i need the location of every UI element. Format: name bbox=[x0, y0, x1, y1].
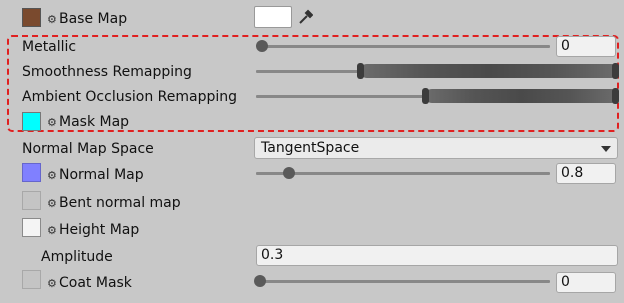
ao-remapping-label: Ambient Occlusion Remapping bbox=[22, 89, 238, 105]
ao-min-handle[interactable] bbox=[422, 88, 429, 104]
normal-map-label[interactable]: ⚙ Normal Map bbox=[47, 166, 144, 185]
amplitude-value-field[interactable]: 0.3 bbox=[256, 245, 618, 266]
metallic-value-field[interactable]: 0 bbox=[556, 36, 616, 57]
base-color-swatch[interactable] bbox=[254, 6, 292, 28]
base-map-label[interactable]: ⚙ Base Map bbox=[47, 10, 127, 29]
normal-map-thumbnail[interactable] bbox=[22, 163, 41, 182]
metallic-slider-knob[interactable] bbox=[256, 40, 268, 52]
smoothness-max-handle[interactable] bbox=[612, 63, 619, 79]
base-map-thumbnail[interactable] bbox=[22, 8, 41, 27]
bent-normal-map-thumbnail[interactable] bbox=[22, 191, 41, 210]
mask-map-thumbnail[interactable] bbox=[22, 112, 41, 131]
smoothness-remapping-label: Smoothness Remapping bbox=[22, 64, 192, 80]
normal-map-slider-track[interactable] bbox=[256, 172, 550, 175]
smoothness-min-handle[interactable] bbox=[357, 63, 364, 79]
texture-picker-icon[interactable]: ⚙ bbox=[47, 222, 59, 240]
metallic-slider-track[interactable] bbox=[258, 45, 550, 48]
eyedropper-icon[interactable] bbox=[297, 8, 314, 26]
coat-mask-label[interactable]: ⚙ Coat Mask bbox=[47, 274, 132, 293]
texture-picker-icon[interactable]: ⚙ bbox=[47, 167, 59, 185]
smoothness-range-track[interactable] bbox=[256, 70, 360, 73]
normal-map-space-label: Normal Map Space bbox=[22, 141, 154, 157]
mask-map-label[interactable]: ⚙ Mask Map bbox=[47, 113, 129, 132]
texture-picker-icon[interactable]: ⚙ bbox=[47, 275, 59, 293]
bent-normal-map-label[interactable]: ⚙ Bent normal map bbox=[47, 194, 181, 213]
texture-picker-icon[interactable]: ⚙ bbox=[47, 114, 59, 132]
height-map-label[interactable]: ⚙ Height Map bbox=[47, 221, 139, 240]
normal-map-slider-knob[interactable] bbox=[283, 167, 295, 179]
amplitude-label: Amplitude bbox=[41, 249, 113, 265]
normal-map-space-value: TangentSpace bbox=[261, 140, 360, 156]
chevron-down-icon bbox=[601, 146, 611, 152]
smoothness-range-fill[interactable] bbox=[360, 64, 618, 78]
coat-mask-slider-track[interactable] bbox=[256, 280, 550, 283]
coat-mask-value-field[interactable]: 0 bbox=[556, 272, 616, 293]
texture-picker-icon[interactable]: ⚙ bbox=[47, 195, 59, 213]
ao-range-track[interactable] bbox=[256, 95, 426, 98]
ao-range-fill[interactable] bbox=[425, 89, 618, 103]
normal-map-space-dropdown[interactable]: TangentSpace bbox=[254, 137, 618, 159]
normal-map-value-field[interactable]: 0.8 bbox=[556, 163, 616, 184]
texture-picker-icon[interactable]: ⚙ bbox=[47, 11, 59, 29]
coat-mask-slider-knob[interactable] bbox=[254, 275, 266, 287]
coat-mask-thumbnail[interactable] bbox=[22, 270, 41, 289]
height-map-thumbnail[interactable] bbox=[22, 218, 41, 237]
metallic-label: Metallic bbox=[22, 39, 77, 55]
ao-max-handle[interactable] bbox=[612, 88, 619, 104]
